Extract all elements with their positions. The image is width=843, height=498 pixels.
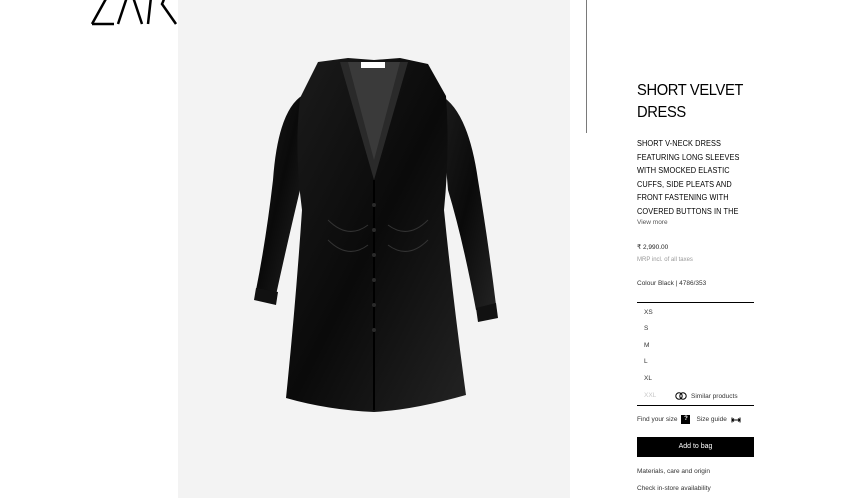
size-option-l[interactable]: L [644,358,648,365]
dress-illustration [254,58,498,412]
store-availability-link[interactable]: Check in-store availability [637,485,711,492]
similar-products-label: Similar products [691,392,738,400]
product-description: SHORT V-NECK DRESS FEATURING LONG SLEEVE… [637,139,740,215]
product-image[interactable] [178,0,570,498]
product-title: SHORT VELVET DRESS [637,82,743,121]
size-guide-link[interactable]: Size guide [696,416,726,423]
find-size-row: Find your size ? Size guide [637,415,741,424]
add-to-bag-button[interactable]: Add to bag [637,437,754,457]
ruler-icon [731,417,741,422]
product-description-wrap: SHORT V-NECK DRESS FEATURING LONG SLEEVE… [637,137,767,215]
similar-products-button[interactable]: Similar products [675,392,738,400]
colour-reference: Colour Black | 4786/353 [637,280,707,287]
size-option-xxl: XXL [644,392,657,399]
materials-care-link[interactable]: Materials, care and origin [637,468,710,475]
scroll-divider [586,0,587,133]
find-size-link[interactable]: Find your size [637,416,677,423]
size-option-m[interactable]: M [644,342,649,349]
tax-note: MRP incl. of all taxes [637,257,693,263]
view-more-link[interactable]: View more [637,219,668,226]
size-option-xl[interactable]: XL [644,375,652,382]
similar-products-icon [675,392,687,400]
size-selector: XS S M L XL XXL Similar products [637,302,754,406]
question-icon[interactable]: ? [681,415,691,424]
size-option-xs[interactable]: XS [644,309,653,316]
product-price: ₹ 2,990.00 [637,244,669,251]
size-option-s[interactable]: S [644,325,648,332]
